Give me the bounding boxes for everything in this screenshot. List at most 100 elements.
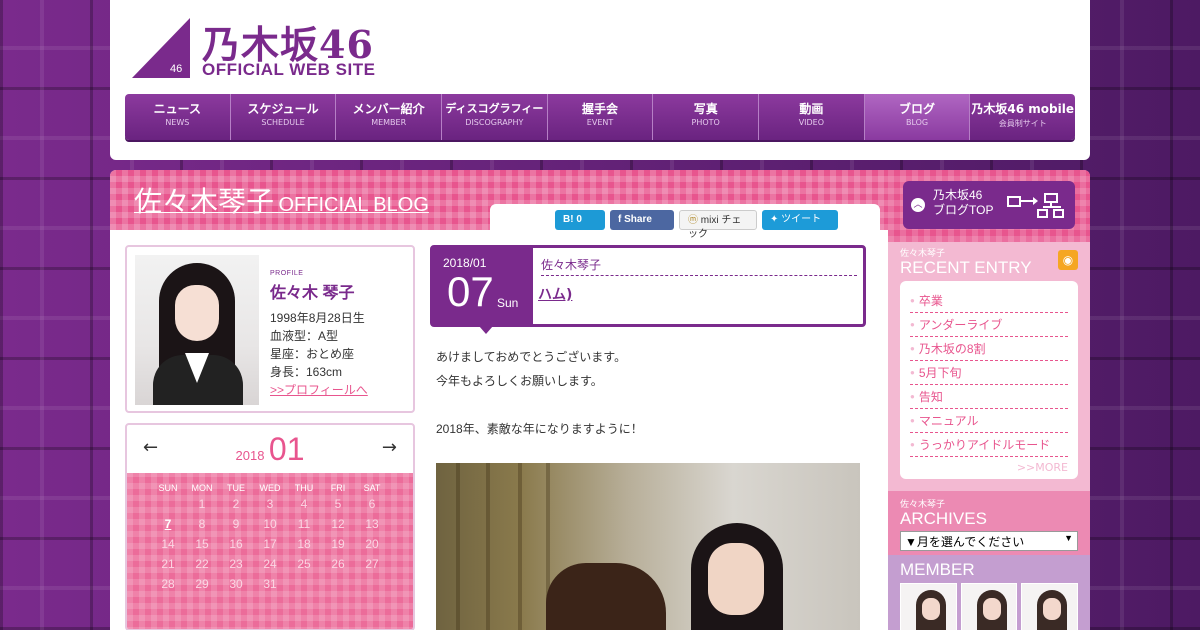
nav-blog[interactable]: ブログ BLOG bbox=[864, 94, 971, 140]
member-thumb[interactable] bbox=[1021, 583, 1079, 630]
nav-schedule[interactable]: スケジュール SCHEDULE bbox=[231, 94, 337, 140]
blog-top-button[interactable]: ︿ 乃木坂46 ブログTOP bbox=[903, 181, 1075, 229]
twitter-bird-icon: ✦ bbox=[770, 214, 782, 225]
archives-section: 佐々木琴子 ARCHIVES ▼月を選んでください ▼ bbox=[888, 491, 1090, 555]
calendar-day: 9 bbox=[232, 517, 240, 531]
calendar-month: 01 bbox=[268, 431, 305, 467]
entry-title[interactable]: ハム) bbox=[538, 284, 572, 304]
site-header: 46 乃木坂46 OFFICIAL WEB SITE ニュース NEWS スケジュ… bbox=[110, 0, 1090, 160]
calendar-dow: SUN bbox=[158, 483, 178, 493]
blog-title[interactable]: 佐々木琴子 OFFICIAL BLOG bbox=[134, 180, 429, 220]
nav-label: スケジュール bbox=[247, 102, 319, 116]
calendar-dow: SAT bbox=[363, 483, 381, 493]
logo-badge: 46 bbox=[170, 63, 183, 75]
calendar-day: 1 bbox=[198, 497, 206, 511]
recent-item[interactable]: 卒業 bbox=[910, 289, 1068, 313]
nav-label: ディスコグラフィー bbox=[445, 102, 544, 115]
more-link[interactable]: >>MORE bbox=[910, 461, 1068, 474]
site-logo[interactable]: 46 乃木坂46 OFFICIAL WEB SITE bbox=[132, 18, 392, 80]
nav-news[interactable]: ニュース NEWS bbox=[125, 94, 231, 140]
recent-item[interactable]: アンダーライブ bbox=[910, 313, 1068, 337]
nav-label: ニュース bbox=[153, 102, 202, 116]
entry-line: 2018年、素敵な年になりますように！ bbox=[436, 422, 643, 436]
twitter-tweet-button[interactable]: ✦ ツイート bbox=[762, 210, 838, 230]
nav-discography[interactable]: ディスコグラフィー DISCOGRAPHY bbox=[442, 94, 548, 140]
member-list bbox=[900, 583, 1079, 630]
nav-mobile[interactable]: 乃木坂46 mobile 会員制サイト bbox=[970, 94, 1075, 140]
nav-label: ブログ bbox=[899, 102, 936, 116]
blog-top-label: 乃木坂46 ブログTOP bbox=[933, 188, 993, 218]
calendar-grid: SUN MON TUE WED THU FRI SAT 1 2 3 4 5 6 7 8 9 10 11 12 13 14… bbox=[151, 483, 389, 593]
calendar-day: 13 bbox=[365, 517, 379, 531]
calendar-prev-arrow-icon[interactable]: ← bbox=[143, 437, 158, 458]
calendar-day: 2 bbox=[232, 497, 240, 511]
calendar-year: 2018 bbox=[235, 448, 265, 463]
calendar-day: 23 bbox=[229, 557, 243, 571]
nav-member[interactable]: メンバー紹介 MEMBER bbox=[336, 94, 443, 140]
facebook-share-button[interactable]: f Share bbox=[610, 210, 674, 230]
nav-sublabel: NEWS bbox=[165, 118, 190, 127]
blog-main: 佐々木琴子 OFFICIAL BLOG B! 0 f Share ⓜ mixi … bbox=[110, 170, 888, 630]
calendar-day: 5 bbox=[334, 497, 342, 511]
member-title: MEMBER bbox=[900, 560, 975, 579]
nav-sublabel: MEMBER bbox=[371, 118, 407, 127]
blog-top-line1: 乃木坂46 bbox=[933, 188, 983, 202]
entry-date: 2018/01 07 Sun bbox=[433, 248, 533, 334]
calendar-day: 10 bbox=[263, 517, 277, 531]
archives-month-select[interactable]: ▼月を選んでください ▼ bbox=[900, 531, 1078, 551]
calendar-day bbox=[151, 497, 185, 513]
social-buttons: B! 0 f Share ⓜ mixi チェック ✦ ツイート bbox=[555, 210, 838, 240]
calendar-day: 4 bbox=[300, 497, 308, 511]
recent-item[interactable]: うっかりアイドルモード bbox=[910, 433, 1068, 457]
recent-entry-section: 佐々木琴子 RECENT ENTRY ◉ 卒業 アンダーライブ 乃木坂の8割 5… bbox=[888, 242, 1090, 483]
profile-link[interactable]: >>プロフィールへ bbox=[270, 381, 368, 399]
mixi-check-button[interactable]: ⓜ mixi チェック bbox=[679, 210, 757, 240]
blog-title-en: OFFICIAL BLOG bbox=[278, 194, 429, 216]
member-thumb[interactable] bbox=[960, 583, 1018, 630]
calendar-day[interactable]: 7 bbox=[151, 517, 185, 533]
calendar-day: 18 bbox=[297, 537, 311, 551]
entry-date-day: 07 bbox=[447, 268, 494, 315]
hatena-bookmark-button[interactable]: B! 0 bbox=[555, 210, 605, 230]
calendar-day: 28 bbox=[161, 577, 175, 591]
nav-video[interactable]: 動画 VIDEO bbox=[759, 94, 865, 140]
profile-height: 身長：163cm bbox=[270, 365, 343, 379]
calendar-next-arrow-icon[interactable]: → bbox=[382, 437, 397, 458]
archives-select-value: ▼月を選んでください bbox=[905, 535, 1025, 549]
calendar-day: 17 bbox=[263, 537, 277, 551]
nav-event[interactable]: 握手会 EVENT bbox=[548, 94, 654, 140]
entry-photo bbox=[436, 463, 860, 630]
profile-label: PROFILE bbox=[270, 270, 304, 277]
calendar-day: 24 bbox=[263, 557, 277, 571]
nav-sublabel: EVENT bbox=[586, 118, 614, 127]
recent-item[interactable]: 乃木坂の8割 bbox=[910, 337, 1068, 361]
entry-line bbox=[436, 393, 860, 417]
calendar-body: SUN MON TUE WED THU FRI SAT 1 2 3 4 5 6 7 8 9 10 11 12 13 14… bbox=[127, 473, 413, 629]
facebook-share-label: Share bbox=[624, 214, 652, 225]
entry-date-weekday: Sun bbox=[497, 296, 519, 310]
sidebar-top: ︿ 乃木坂46 ブログTOP bbox=[888, 170, 1090, 242]
blog-title-jp: 佐々木琴子 bbox=[134, 186, 275, 217]
archives-title: ARCHIVES bbox=[900, 509, 987, 528]
entry-line: あけましておめでとうございます。 bbox=[436, 350, 627, 364]
profile-sign: 星座：おとめ座 bbox=[270, 347, 355, 361]
calendar-day: 29 bbox=[195, 577, 209, 591]
entry-line: 今年もよろしくお願いします。 bbox=[436, 374, 603, 388]
nav-label: 写真 bbox=[693, 102, 718, 116]
recent-item[interactable]: 5月下旬 bbox=[910, 361, 1068, 385]
member-thumb[interactable] bbox=[900, 583, 957, 630]
profile-blood: 血液型：A型 bbox=[270, 329, 339, 343]
profile-card: PROFILE 佐々木 琴子 1998年8月28日生 血液型：A型 星座：おとめ… bbox=[125, 245, 415, 413]
nav-label: 握手会 bbox=[582, 102, 619, 116]
entry-body: あけましておめでとうございます。 今年もよろしくお願いします。 2018年、素敵… bbox=[430, 327, 866, 441]
mixi-icon: ⓜ bbox=[688, 215, 701, 226]
calendar-day: 26 bbox=[331, 557, 345, 571]
recent-item[interactable]: 告知 bbox=[910, 385, 1068, 409]
calendar-day: 22 bbox=[195, 557, 209, 571]
calendar-day: 14 bbox=[161, 537, 175, 551]
profile-birth: 1998年8月28日生 bbox=[270, 311, 365, 325]
calendar-day: 31 bbox=[263, 577, 277, 591]
rss-icon[interactable]: ◉ bbox=[1058, 250, 1078, 270]
recent-item[interactable]: マニュアル bbox=[910, 409, 1068, 433]
nav-photo[interactable]: 写真 PHOTO bbox=[653, 94, 760, 140]
